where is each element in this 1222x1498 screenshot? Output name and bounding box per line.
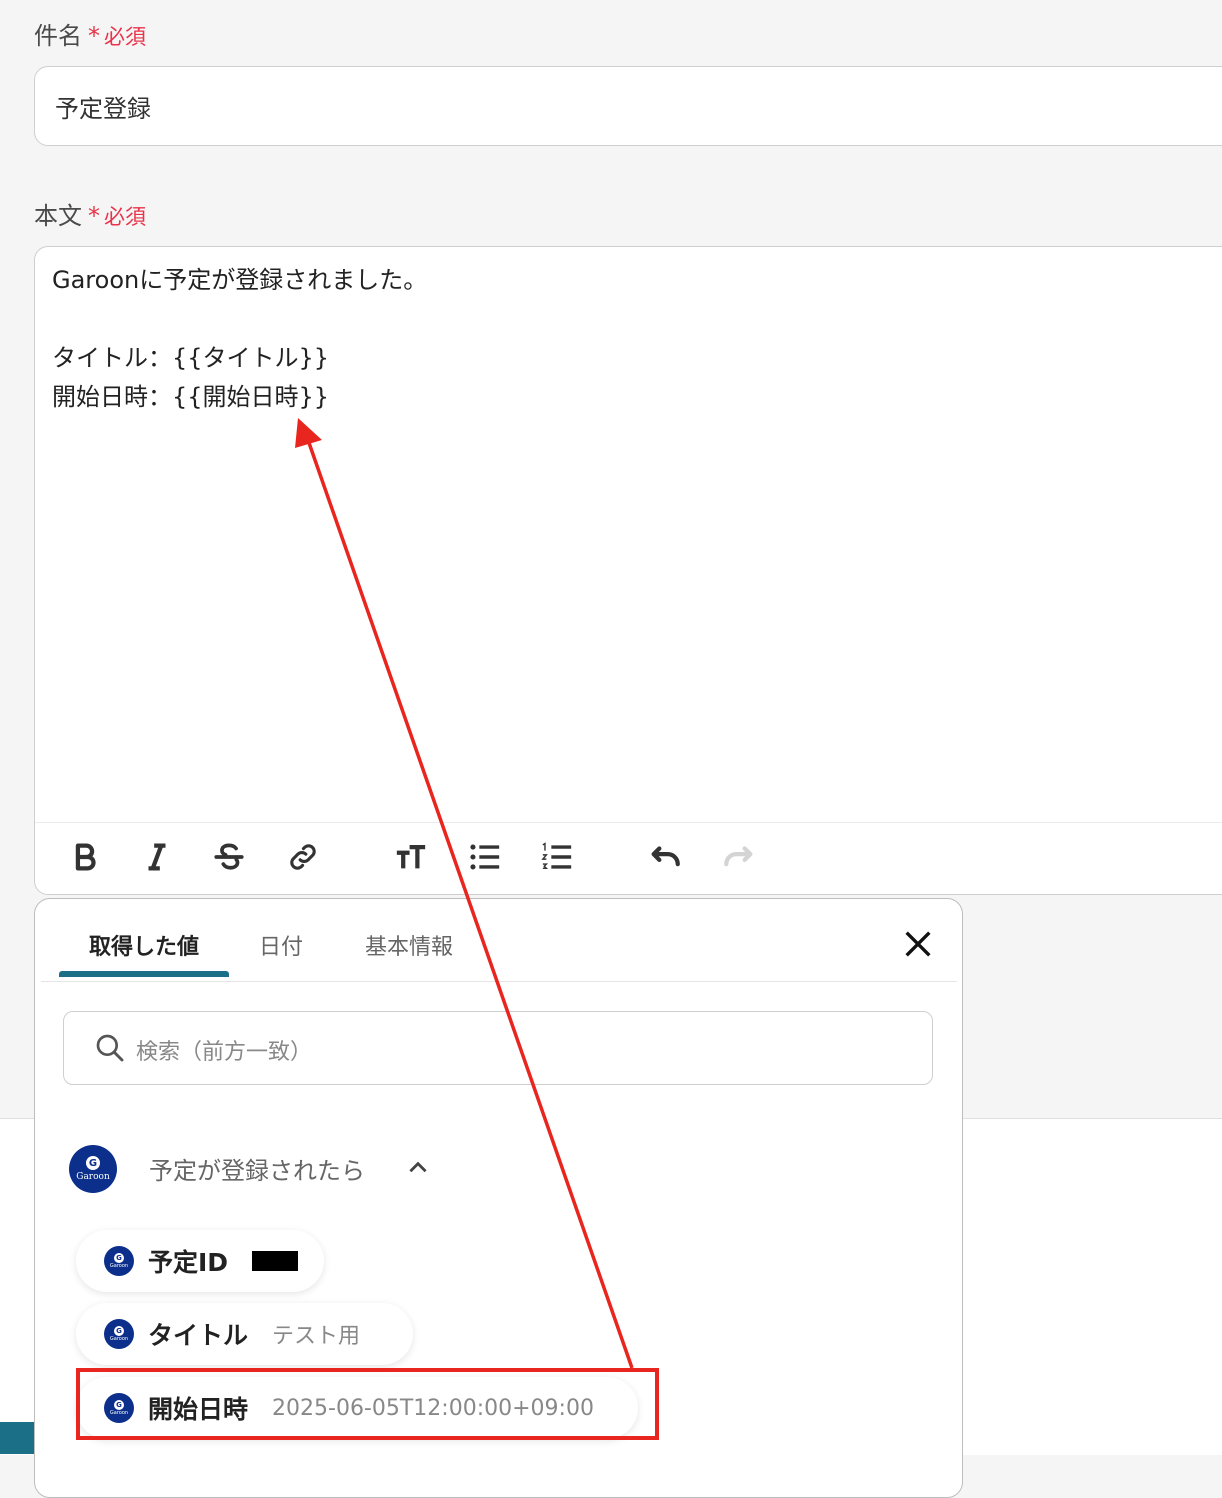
subject-label: 件名 * 必須 (34, 16, 146, 51)
strikethrough-icon[interactable] (211, 839, 247, 875)
body-line: タイトル：{{タイトル}} (52, 344, 330, 372)
value-chip-schedule-id[interactable]: G Garoon 予定ID (76, 1230, 324, 1292)
chip-name: 予定ID (147, 1248, 229, 1277)
chip-name: タイトル (148, 1321, 249, 1350)
tab-basic-info[interactable]: 基本情報 (365, 929, 453, 961)
search-placeholder: 検索（前方一致） (136, 1040, 313, 1065)
editor-toolbar (35, 822, 1222, 895)
body-text-area[interactable]: Garoonに予定が登録されました。 タイトル：{{タイトル}} 開始日時：{{… (52, 261, 427, 417)
link-icon[interactable] (285, 839, 321, 875)
annotation-highlight-box (76, 1368, 659, 1440)
garoon-logo: G Garoon (104, 1246, 134, 1276)
redacted-value (252, 1251, 298, 1271)
search-icon (96, 1034, 124, 1062)
panel-tabs: 取得した値 日付 基本情報 (41, 899, 957, 982)
required-text: 必須 (104, 25, 146, 49)
numbered-list-icon[interactable] (539, 839, 575, 875)
tab-date[interactable]: 日付 (259, 929, 303, 961)
required-text: 必須 (104, 205, 146, 229)
required-star: * (88, 202, 100, 230)
body-editor[interactable]: Garoonに予定が登録されました。 タイトル：{{タイトル}} 開始日時：{{… (34, 246, 1222, 895)
body-label-text: 本文 (34, 202, 82, 230)
teal-button-edge[interactable] (0, 1422, 36, 1454)
active-tab-indicator (59, 971, 229, 977)
undo-icon[interactable] (647, 839, 683, 875)
tab-retrieved-values[interactable]: 取得した値 (89, 929, 199, 961)
body-line: Garoonに予定が登録されました。 (52, 266, 428, 294)
value-chip-title[interactable]: G Garoon タイトル テスト用 (76, 1303, 413, 1365)
close-icon[interactable] (901, 927, 935, 961)
bold-icon[interactable] (67, 839, 103, 875)
subject-label-text: 件名 (34, 22, 82, 50)
trigger-group-title: 予定が登録されたら (149, 1157, 365, 1185)
required-star: * (88, 22, 100, 50)
body-line (52, 300, 427, 339)
italic-icon[interactable] (139, 839, 175, 875)
garoon-logo: G Garoon (69, 1145, 117, 1193)
chevron-up-icon[interactable] (405, 1155, 431, 1181)
subject-value: 予定登録 (55, 95, 151, 123)
search-input[interactable]: 検索（前方一致） (63, 1011, 933, 1085)
text-size-icon[interactable] (393, 839, 429, 875)
bullet-list-icon[interactable] (467, 839, 503, 875)
body-line: 開始日時：{{開始日時}} (52, 383, 330, 411)
redo-icon (721, 839, 757, 875)
body-label: 本文 * 必須 (34, 196, 146, 231)
garoon-logo: G Garoon (104, 1319, 134, 1349)
chip-value: テスト用 (272, 1324, 361, 1349)
subject-input[interactable]: 予定登録 (34, 66, 1222, 146)
